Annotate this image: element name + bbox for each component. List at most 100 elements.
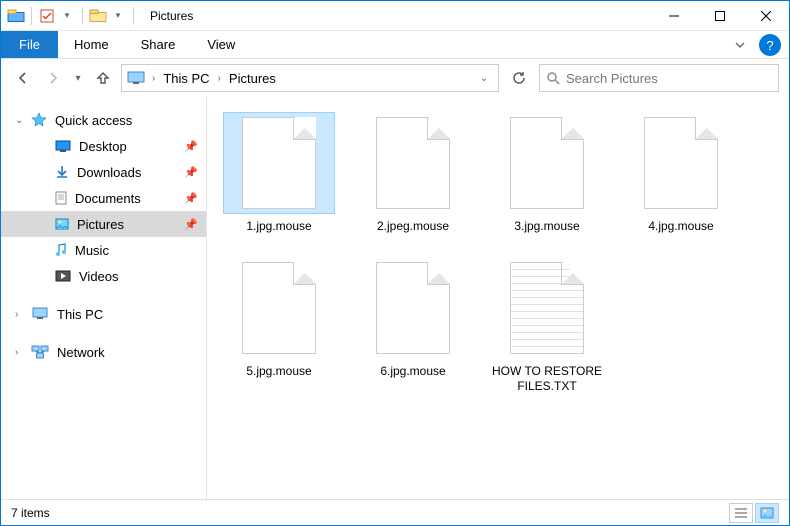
folder-dropdown-icon[interactable]: ▾ — [109, 7, 127, 25]
view-toggles — [729, 503, 779, 523]
ribbon-tab-share[interactable]: Share — [125, 31, 192, 58]
file-tab[interactable]: File — [1, 31, 58, 58]
downloads-icon — [55, 165, 69, 179]
ribbon-tab-view[interactable]: View — [191, 31, 251, 58]
file-name-label: 1.jpg.mouse — [246, 219, 311, 234]
forward-button[interactable] — [41, 66, 65, 90]
up-button[interactable] — [91, 66, 115, 90]
pictures-icon — [55, 218, 69, 230]
file-item[interactable]: 5.jpg.mouse — [221, 258, 337, 394]
sidebar-item-videos[interactable]: Videos — [1, 263, 206, 289]
window-title: Pictures — [150, 9, 193, 23]
chevron-right-icon[interactable]: › — [150, 73, 157, 84]
file-name-label: 5.jpg.mouse — [246, 364, 311, 379]
caret-right-icon[interactable]: › — [15, 347, 18, 358]
sidebar-item-label: Downloads — [77, 165, 141, 180]
generic-file-icon — [376, 262, 450, 354]
file-item[interactable]: 2.jpeg.mouse — [355, 113, 471, 234]
close-button[interactable] — [743, 1, 789, 31]
toolbar-separator — [31, 7, 32, 25]
file-item[interactable]: HOW TO RESTORE FILES.TXT — [489, 258, 605, 394]
sidebar-item-label: Desktop — [79, 139, 127, 154]
this-pc-icon — [126, 71, 146, 85]
title-bar: ▾ ▾ Pictures — [1, 1, 789, 31]
sidebar-item-label: Documents — [75, 191, 141, 206]
refresh-button[interactable] — [505, 64, 533, 92]
quick-access-toolbar: ▾ ▾ — [1, 7, 144, 25]
file-name-label: HOW TO RESTORE FILES.TXT — [492, 364, 602, 394]
help-button[interactable]: ? — [759, 34, 781, 56]
documents-icon — [55, 191, 67, 205]
desktop-icon — [55, 140, 71, 152]
breadcrumb-pictures[interactable]: Pictures — [227, 71, 278, 86]
toolbar-separator — [133, 7, 134, 25]
generic-file-icon — [510, 117, 584, 209]
sidebar-item-desktop[interactable]: Desktop 📌 — [1, 133, 206, 159]
thumbnails-view-button[interactable] — [755, 503, 779, 523]
pin-icon: 📌 — [184, 192, 198, 205]
navigation-pane: ⌄ Quick access Desktop 📌 Downloads 📌 Doc… — [1, 97, 207, 501]
window-controls — [651, 1, 789, 31]
sidebar-item-label: Videos — [79, 269, 119, 284]
sidebar-quick-access[interactable]: ⌄ Quick access — [1, 107, 206, 133]
body: ⌄ Quick access Desktop 📌 Downloads 📌 Doc… — [1, 97, 789, 501]
text-file-icon — [510, 262, 584, 354]
toolbar-separator — [82, 7, 83, 25]
explorer-icon — [7, 7, 25, 25]
generic-file-icon — [644, 117, 718, 209]
address-bar[interactable]: › This PC › Pictures ⌄ — [121, 64, 499, 92]
file-item[interactable]: 4.jpg.mouse — [623, 113, 739, 234]
sidebar-this-pc-label: This PC — [57, 307, 103, 322]
pin-icon: 📌 — [184, 140, 198, 153]
properties-icon[interactable] — [38, 7, 56, 25]
file-name-label: 2.jpeg.mouse — [377, 219, 449, 234]
file-item[interactable]: 3.jpg.mouse — [489, 113, 605, 234]
qa-dropdown-icon[interactable]: ▾ — [58, 7, 76, 25]
sidebar-item-documents[interactable]: Documents 📌 — [1, 185, 206, 211]
this-pc-icon — [31, 307, 49, 321]
sidebar-item-label: Music — [75, 243, 109, 258]
file-name-label: 4.jpg.mouse — [648, 219, 713, 234]
network-icon — [31, 345, 49, 359]
ribbon: File Home Share View ? — [1, 31, 789, 59]
sidebar-quick-access-label: Quick access — [55, 113, 132, 128]
ribbon-tab-home[interactable]: Home — [58, 31, 125, 58]
search-placeholder: Search Pictures — [566, 71, 658, 86]
sidebar-network[interactable]: › Network — [1, 339, 206, 365]
music-icon — [55, 243, 67, 257]
status-bar: 7 items — [1, 499, 789, 525]
sidebar-item-downloads[interactable]: Downloads 📌 — [1, 159, 206, 185]
search-icon — [546, 71, 560, 85]
sidebar-this-pc[interactable]: › This PC — [1, 301, 206, 327]
minimize-button[interactable] — [651, 1, 697, 31]
recent-locations-button[interactable]: ▾ — [71, 66, 85, 90]
videos-icon — [55, 270, 71, 282]
generic-file-icon — [376, 117, 450, 209]
caret-down-icon[interactable]: ⌄ — [15, 115, 23, 126]
generic-file-icon — [242, 262, 316, 354]
file-item[interactable]: 1.jpg.mouse — [221, 113, 337, 234]
file-name-label: 6.jpg.mouse — [380, 364, 445, 379]
sidebar-item-pictures[interactable]: Pictures 📌 — [1, 211, 206, 237]
ribbon-expand-button[interactable] — [725, 31, 755, 58]
sidebar-item-music[interactable]: Music — [1, 237, 206, 263]
address-dropdown-icon[interactable]: ⌄ — [474, 73, 494, 84]
back-button[interactable] — [11, 66, 35, 90]
caret-right-icon[interactable]: › — [15, 309, 18, 320]
file-item[interactable]: 6.jpg.mouse — [355, 258, 471, 394]
details-view-button[interactable] — [729, 503, 753, 523]
sidebar-network-label: Network — [57, 345, 105, 360]
pin-icon: 📌 — [184, 218, 198, 231]
generic-file-icon — [242, 117, 316, 209]
maximize-button[interactable] — [697, 1, 743, 31]
navigation-bar: ▾ › This PC › Pictures ⌄ Search Pictures — [1, 59, 789, 97]
chevron-right-icon[interactable]: › — [216, 73, 223, 84]
star-icon — [31, 112, 47, 128]
sidebar-item-label: Pictures — [77, 217, 124, 232]
breadcrumb-this-pc[interactable]: This PC — [161, 71, 211, 86]
file-name-label: 3.jpg.mouse — [514, 219, 579, 234]
folder-icon — [89, 7, 107, 25]
file-list[interactable]: 1.jpg.mouse 2.jpeg.mouse 3.jpg.mouse 4.j… — [207, 97, 789, 501]
search-box[interactable]: Search Pictures — [539, 64, 779, 92]
pin-icon: 📌 — [184, 166, 198, 179]
